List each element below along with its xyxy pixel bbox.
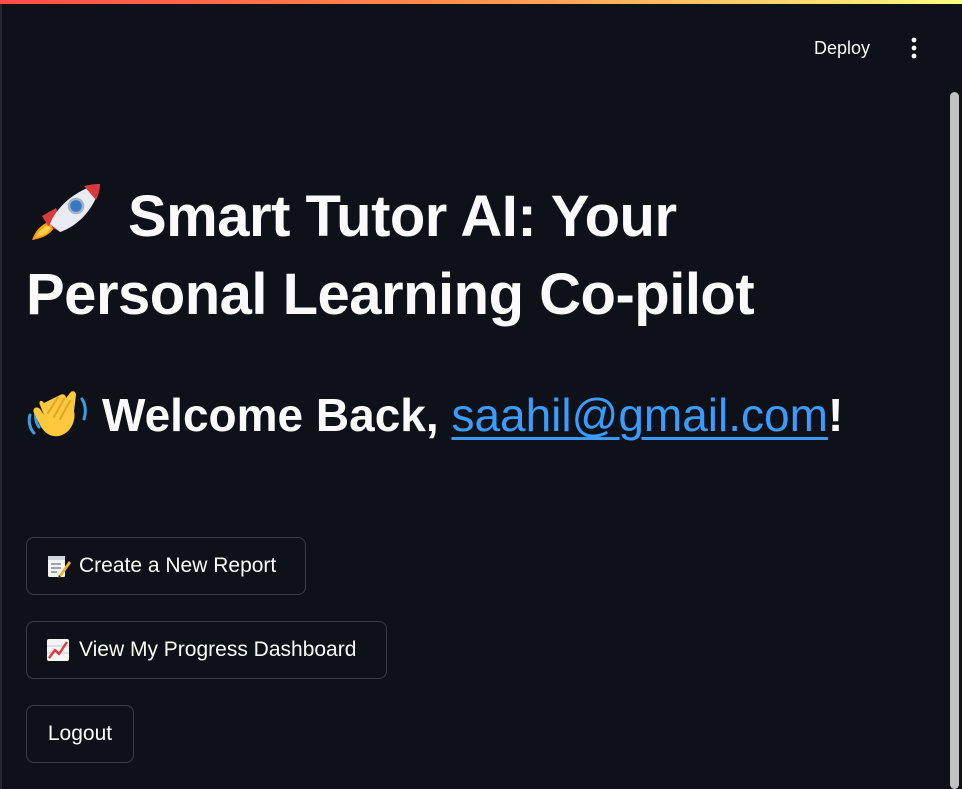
app-header: Deploy <box>0 4 962 92</box>
left-border <box>0 4 2 789</box>
scrollbar-thumb[interactable] <box>950 92 959 789</box>
page-title-text: Smart Tutor AI: Your Personal Learning C… <box>26 184 755 327</box>
progress-dashboard-button[interactable]: View My Progress Dashboard <box>26 621 387 679</box>
rocket-icon <box>32 184 100 240</box>
more-vertical-icon <box>911 37 917 59</box>
page-title: Smart Tutor AI: Your Personal Learning C… <box>26 178 906 334</box>
welcome-suffix: ! <box>827 389 844 441</box>
create-report-label: Create a New Report <box>79 554 277 577</box>
app-window: Deploy Smart Tutor AI: Your Personal Lea… <box>0 0 962 789</box>
logout-button[interactable]: Logout <box>26 705 134 763</box>
progress-dashboard-label: View My Progress Dashboard <box>79 638 357 661</box>
deploy-button[interactable]: Deploy <box>802 34 882 62</box>
chart-increasing-icon <box>47 639 69 661</box>
memo-icon <box>48 556 71 578</box>
welcome-heading: Welcome Back, saahil@gmail.com! <box>26 380 926 450</box>
main-menu-button[interactable] <box>900 34 928 62</box>
welcome-email-link[interactable]: saahil@gmail.com <box>451 389 828 441</box>
create-report-button[interactable]: Create a New Report <box>26 537 306 595</box>
welcome-prefix: Welcome Back, <box>102 389 452 441</box>
waving-hand-icon <box>27 391 87 437</box>
